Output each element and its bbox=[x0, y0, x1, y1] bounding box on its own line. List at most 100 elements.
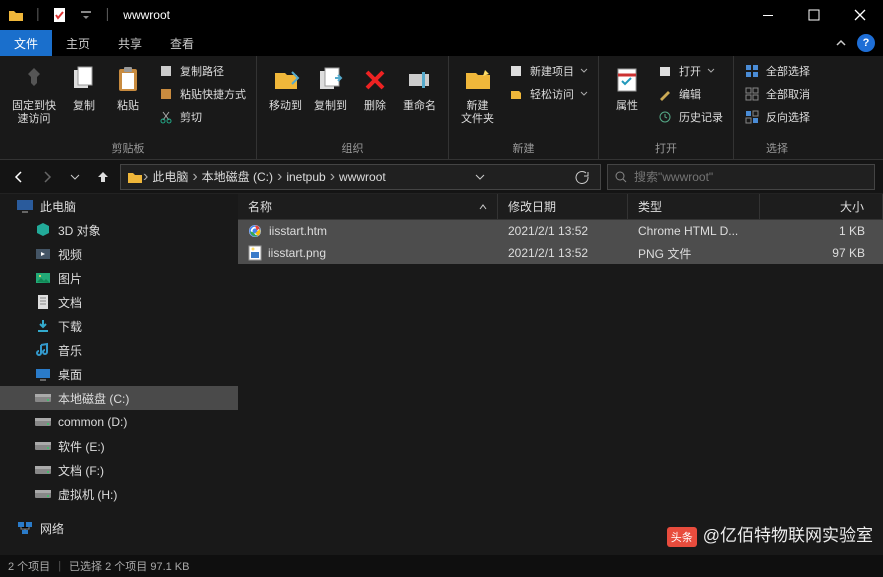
open-button[interactable]: 打开 bbox=[653, 60, 727, 82]
col-type[interactable]: 类型 bbox=[628, 194, 760, 219]
newfolder-button[interactable]: 新建 文件夹 bbox=[455, 60, 500, 128]
refresh-icon[interactable] bbox=[570, 165, 594, 189]
tree-item[interactable]: common (D:) bbox=[0, 410, 238, 434]
tree-label: 虚拟机 (H:) bbox=[58, 486, 117, 503]
file-size: 97 KB bbox=[760, 246, 883, 260]
tree-label: 此电脑 bbox=[40, 198, 76, 215]
up-button[interactable] bbox=[92, 165, 114, 189]
search-box[interactable] bbox=[607, 164, 875, 190]
tree-item[interactable]: 本地磁盘 (C:) bbox=[0, 386, 238, 410]
breadcrumb[interactable]: inetpub bbox=[282, 170, 329, 184]
rename-button[interactable]: 重命名 bbox=[397, 60, 442, 115]
tree-item[interactable]: 文档 bbox=[0, 290, 238, 314]
moveto-button[interactable]: 移动到 bbox=[263, 60, 308, 115]
file-list[interactable]: 名称 修改日期 类型 大小 iisstart.htm2021/2/1 13:52… bbox=[238, 194, 883, 555]
selectall-button[interactable]: 全部选择 bbox=[740, 60, 814, 82]
group-clipboard: 剪贴板 bbox=[0, 140, 256, 159]
breadcrumb[interactable]: wwwroot bbox=[335, 170, 390, 184]
tree-label: 网络 bbox=[40, 520, 64, 537]
newitem-button[interactable]: 新建项目 bbox=[504, 60, 592, 82]
tab-file[interactable]: 文件 bbox=[0, 30, 52, 56]
back-button[interactable] bbox=[8, 165, 30, 189]
tree-item[interactable]: 视频 bbox=[0, 242, 238, 266]
watermark: 头条@亿佰特物联网实验室 bbox=[667, 521, 873, 547]
tab-view[interactable]: 查看 bbox=[156, 30, 208, 56]
file-name: iisstart.png bbox=[268, 246, 326, 260]
cut-button[interactable]: 剪切 bbox=[154, 106, 250, 128]
close-button[interactable] bbox=[837, 0, 883, 30]
breadcrumb[interactable]: 此电脑 bbox=[148, 168, 192, 185]
properties-button[interactable]: 属性 bbox=[605, 60, 649, 115]
tree-label: 音乐 bbox=[58, 342, 82, 359]
window-title: wwwroot bbox=[123, 8, 170, 22]
delete-button[interactable]: 删除 bbox=[353, 60, 397, 115]
pasteshortcut-button[interactable]: 粘贴快捷方式 bbox=[154, 83, 250, 105]
tree-item[interactable]: 网络 bbox=[0, 516, 238, 540]
recent-dropdown[interactable] bbox=[64, 165, 86, 189]
pin-button[interactable]: 固定到快 速访问 bbox=[6, 60, 62, 128]
status-count: 2 个项目 bbox=[8, 558, 50, 574]
maximize-button[interactable] bbox=[791, 0, 837, 30]
invert-button[interactable]: 反向选择 bbox=[740, 106, 814, 128]
tab-home[interactable]: 主页 bbox=[52, 30, 104, 56]
tree-item[interactable]: 文档 (F:) bbox=[0, 458, 238, 482]
tree-item[interactable]: 下载 bbox=[0, 314, 238, 338]
doc-checked-icon[interactable] bbox=[50, 5, 70, 25]
tree-item[interactable]: 图片 bbox=[0, 266, 238, 290]
desk-icon bbox=[34, 365, 52, 383]
file-row[interactable]: iisstart.png 2021/2/1 13:52PNG 文件97 KB bbox=[238, 242, 883, 264]
qat-dropdown-icon[interactable] bbox=[76, 5, 96, 25]
copyto-button[interactable]: 复制到 bbox=[308, 60, 353, 115]
tree-item[interactable]: 3D 对象 bbox=[0, 218, 238, 242]
breadcrumb[interactable]: 本地磁盘 (C:) bbox=[198, 168, 277, 185]
file-date: 2021/2/1 13:52 bbox=[498, 224, 628, 238]
pc-icon bbox=[16, 197, 34, 215]
tab-share[interactable]: 共享 bbox=[104, 30, 156, 56]
file-type: PNG 文件 bbox=[628, 245, 760, 262]
history-button[interactable]: 历史记录 bbox=[653, 106, 727, 128]
tree-label: 文档 (F:) bbox=[58, 462, 104, 479]
tree-item[interactable]: 软件 (E:) bbox=[0, 434, 238, 458]
search-input[interactable] bbox=[634, 170, 868, 184]
edit-button[interactable]: 编辑 bbox=[653, 83, 727, 105]
folder-icon[interactable] bbox=[6, 5, 26, 25]
nav-tree[interactable]: 此电脑 3D 对象视频图片文档下载音乐桌面本地磁盘 (C:) common (D:)… bbox=[0, 194, 238, 555]
copypath-button[interactable]: 复制路径 bbox=[154, 60, 250, 82]
copy-button[interactable]: 复制 bbox=[62, 60, 106, 115]
col-size[interactable]: 大小 bbox=[760, 194, 883, 219]
group-open: 打开 bbox=[599, 140, 733, 159]
tree-item[interactable]: 音乐 bbox=[0, 338, 238, 362]
forward-button[interactable] bbox=[36, 165, 58, 189]
video-icon bbox=[34, 245, 52, 263]
tree-label: 下载 bbox=[58, 318, 82, 335]
png-icon bbox=[248, 245, 262, 261]
file-date: 2021/2/1 13:52 bbox=[498, 246, 628, 260]
sep: | bbox=[36, 5, 40, 25]
tree-label: 本地磁盘 (C:) bbox=[58, 390, 129, 407]
drive-icon bbox=[34, 485, 52, 503]
addr-dropdown-icon[interactable] bbox=[468, 165, 492, 189]
tree-label: 视频 bbox=[58, 246, 82, 263]
tree-label: common (D:) bbox=[58, 415, 127, 429]
file-row[interactable]: iisstart.htm2021/2/1 13:52Chrome HTML D.… bbox=[238, 220, 883, 242]
address-bar[interactable]: › 此电脑› 本地磁盘 (C:)› inetpub› wwwroot bbox=[120, 164, 601, 190]
file-size: 1 KB bbox=[760, 224, 883, 238]
pic-icon bbox=[34, 269, 52, 287]
help-icon[interactable]: ? bbox=[857, 34, 875, 52]
easyaccess-button[interactable]: 轻松访问 bbox=[504, 83, 592, 105]
paste-button[interactable]: 粘贴 bbox=[106, 60, 150, 115]
col-date[interactable]: 修改日期 bbox=[498, 194, 628, 219]
ribbon: 固定到快 速访问 复制 粘贴 复制路径 粘贴快捷方式 剪切 剪贴板 移动到 复制… bbox=[0, 56, 883, 160]
col-name[interactable]: 名称 bbox=[238, 194, 498, 219]
drive-icon bbox=[34, 461, 52, 479]
tree-item[interactable]: 此电脑 bbox=[0, 194, 238, 218]
tree-item[interactable]: 虚拟机 (H:) bbox=[0, 482, 238, 506]
tree-item[interactable]: 桌面 bbox=[0, 362, 238, 386]
collapse-ribbon-icon[interactable] bbox=[835, 37, 847, 49]
drive-icon bbox=[34, 413, 52, 431]
drive-icon bbox=[34, 389, 52, 407]
minimize-button[interactable] bbox=[745, 0, 791, 30]
selectnone-button[interactable]: 全部取消 bbox=[740, 83, 814, 105]
tree-label: 图片 bbox=[58, 270, 82, 287]
group-new: 新建 bbox=[449, 140, 598, 159]
